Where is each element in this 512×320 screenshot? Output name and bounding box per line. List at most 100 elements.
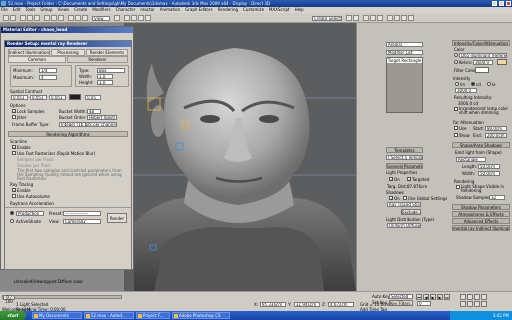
mirror-icon[interactable] <box>346 15 352 21</box>
prev-frame-icon[interactable]: ◀ <box>423 294 429 300</box>
tab-processing[interactable]: Processing <box>51 49 85 56</box>
templates-rollout[interactable]: Templates <box>386 147 423 153</box>
start-button[interactable]: start <box>0 311 26 320</box>
named-selection-set[interactable]: Create Selection Se <box>312 16 342 21</box>
menu-file[interactable]: File <box>1 7 8 12</box>
quick-render-icon[interactable] <box>408 15 414 21</box>
filter-height-field[interactable]: 1.0 <box>97 80 113 85</box>
play-icon[interactable]: ▶ <box>430 294 436 300</box>
width-field[interactable]: 50.0cm <box>478 171 500 176</box>
y-coord-field[interactable]: 31.941cm <box>294 302 320 307</box>
shadow-parameters-rollout[interactable]: Shadow Parameters <box>452 204 510 210</box>
pivot-icon[interactable] <box>114 15 120 21</box>
intensity-color-rollout[interactable]: Intensity/Color/Attenuation <box>452 40 510 46</box>
unit-lx-radio[interactable] <box>487 82 491 86</box>
template-dropdown[interactable]: ( Select a Template ) <box>386 155 423 160</box>
kelvin-color-swatch[interactable] <box>497 59 507 65</box>
bucket-order-dropdown[interactable]: Hilbert (best) <box>87 115 117 120</box>
rendering-algorithms-rollout[interactable]: Rendering Algorithms <box>8 131 128 137</box>
time-slider-handle[interactable]: 0 / 100 <box>3 295 15 304</box>
spinner-snap-icon[interactable] <box>145 15 151 21</box>
render-frame-icon[interactable] <box>401 15 407 21</box>
menu-help[interactable]: Help <box>295 7 304 12</box>
filter-width-field[interactable]: 1.0 <box>97 74 113 79</box>
zoom-all-icon[interactable] <box>467 294 473 300</box>
maximize-viewport-icon[interactable] <box>481 301 487 307</box>
schematic-view-icon[interactable] <box>377 15 383 21</box>
move-icon[interactable] <box>68 15 74 21</box>
targeted-checkbox[interactable]: ✓ <box>407 177 411 182</box>
bind-space-warp-icon[interactable] <box>34 15 40 21</box>
select-by-name-icon[interactable] <box>51 15 57 21</box>
render-button[interactable]: Render <box>107 213 127 223</box>
menu-maxscript[interactable]: MAXScript <box>269 7 290 12</box>
current-frame-field[interactable]: 0 <box>417 301 431 306</box>
select-object-icon[interactable] <box>44 15 50 21</box>
production-mode-dropdown[interactable]: Production <box>16 211 44 216</box>
shadow-type-dropdown[interactable]: Ray Traced Shadows <box>387 202 421 207</box>
shadows-on-checkbox[interactable]: ✓ <box>389 196 393 201</box>
mental-ray-indirect-rollout[interactable]: mental ray Indirect Illumination <box>452 225 510 231</box>
light-on-checkbox[interactable]: ✓ <box>389 177 393 182</box>
object-name-field[interactable]: Area01 <box>386 42 423 47</box>
distribution-dropdown[interactable]: Uniform Diffuse <box>387 223 421 228</box>
percent-snap-icon[interactable] <box>138 15 144 21</box>
rotate-icon[interactable] <box>75 15 81 21</box>
tab-common[interactable]: Common <box>8 56 66 63</box>
selected-key-dropdown[interactable]: Selected <box>389 294 413 299</box>
atmospheres-effects-rollout[interactable]: Atmospheres & Effects <box>452 211 510 217</box>
align-icon[interactable] <box>353 15 359 21</box>
scale-icon[interactable] <box>82 15 88 21</box>
task-3dsmax[interactable]: 52.max - Autod... <box>84 312 134 319</box>
contrast-b-field[interactable]: 0.051 <box>49 95 66 100</box>
tab-renderer[interactable]: Renderer <box>67 56 128 63</box>
contrast-color-swatch[interactable] <box>69 94 81 100</box>
region-select-icon[interactable] <box>58 15 64 21</box>
time-slider[interactable]: 0 / 100 <box>2 295 122 304</box>
link-icon[interactable] <box>20 15 26 21</box>
production-radio[interactable] <box>10 211 14 215</box>
menu-rendering[interactable]: Rendering <box>218 7 238 12</box>
length-field[interactable]: 50.0cm <box>478 164 500 169</box>
tab-render-elements[interactable]: Render Elements <box>86 49 128 56</box>
zoom-extents-icon[interactable] <box>474 294 480 300</box>
maximize-button[interactable] <box>499 1 504 6</box>
intensity-field[interactable]: 3000.0 <box>455 88 477 93</box>
go-to-end-icon[interactable]: ⏭ <box>444 294 450 300</box>
minimize-button[interactable] <box>492 1 497 6</box>
far-atten-end-field[interactable]: 200.0cm <box>485 133 507 138</box>
color-preset-radio[interactable] <box>454 53 458 57</box>
menu-tools[interactable]: Tools <box>25 7 35 12</box>
bucket-width-field[interactable]: 48 <box>87 109 101 114</box>
orbit-icon[interactable] <box>474 301 480 307</box>
kelvin-field[interactable]: 3600.0 <box>473 60 493 65</box>
tab-indirect-illumination[interactable]: Indirect Illumination <box>8 49 50 56</box>
raytracing-enable-checkbox[interactable]: ✓ <box>12 188 16 193</box>
task-project-folder[interactable]: Project F... <box>136 312 170 319</box>
kelvin-radio[interactable] <box>454 60 458 64</box>
zoom-extents-all-icon[interactable] <box>481 294 487 300</box>
menu-modifiers[interactable]: Modifiers <box>92 7 110 12</box>
menu-customize[interactable]: Customize <box>243 7 264 12</box>
perspective-viewport[interactable] <box>124 23 356 291</box>
layer-manager-icon[interactable] <box>363 15 369 21</box>
menu-graph-editors[interactable]: Graph Editors <box>185 7 212 12</box>
set-key-label[interactable]: Set Key <box>372 300 387 305</box>
material-editor-icon[interactable] <box>387 15 393 21</box>
menu-create[interactable]: Create <box>74 7 87 12</box>
contrast-a-field[interactable]: 0.05 <box>85 95 101 100</box>
task-my-documents[interactable]: My Documents <box>32 312 82 319</box>
contrast-r-field[interactable]: 0.051 <box>11 95 28 100</box>
next-frame-icon[interactable]: ▶ <box>437 294 443 300</box>
modifier-stack-item[interactable]: Target Rectangle <box>387 58 422 63</box>
unit-cd-radio[interactable] <box>471 82 475 86</box>
close-button[interactable] <box>506 1 511 6</box>
autovolume-checkbox[interactable] <box>12 194 16 198</box>
go-to-start-icon[interactable]: ⏮ <box>416 294 422 300</box>
reference-coordinate-dropdown[interactable]: View <box>92 16 110 21</box>
advanced-effects-rollout[interactable]: Advanced Effects <box>452 218 510 224</box>
modifier-list-dropdown[interactable]: Modifier List <box>386 50 423 55</box>
fast-rasterizer-checkbox[interactable] <box>12 151 16 155</box>
undo-icon[interactable] <box>3 15 9 21</box>
menu-views[interactable]: Views <box>58 7 70 12</box>
